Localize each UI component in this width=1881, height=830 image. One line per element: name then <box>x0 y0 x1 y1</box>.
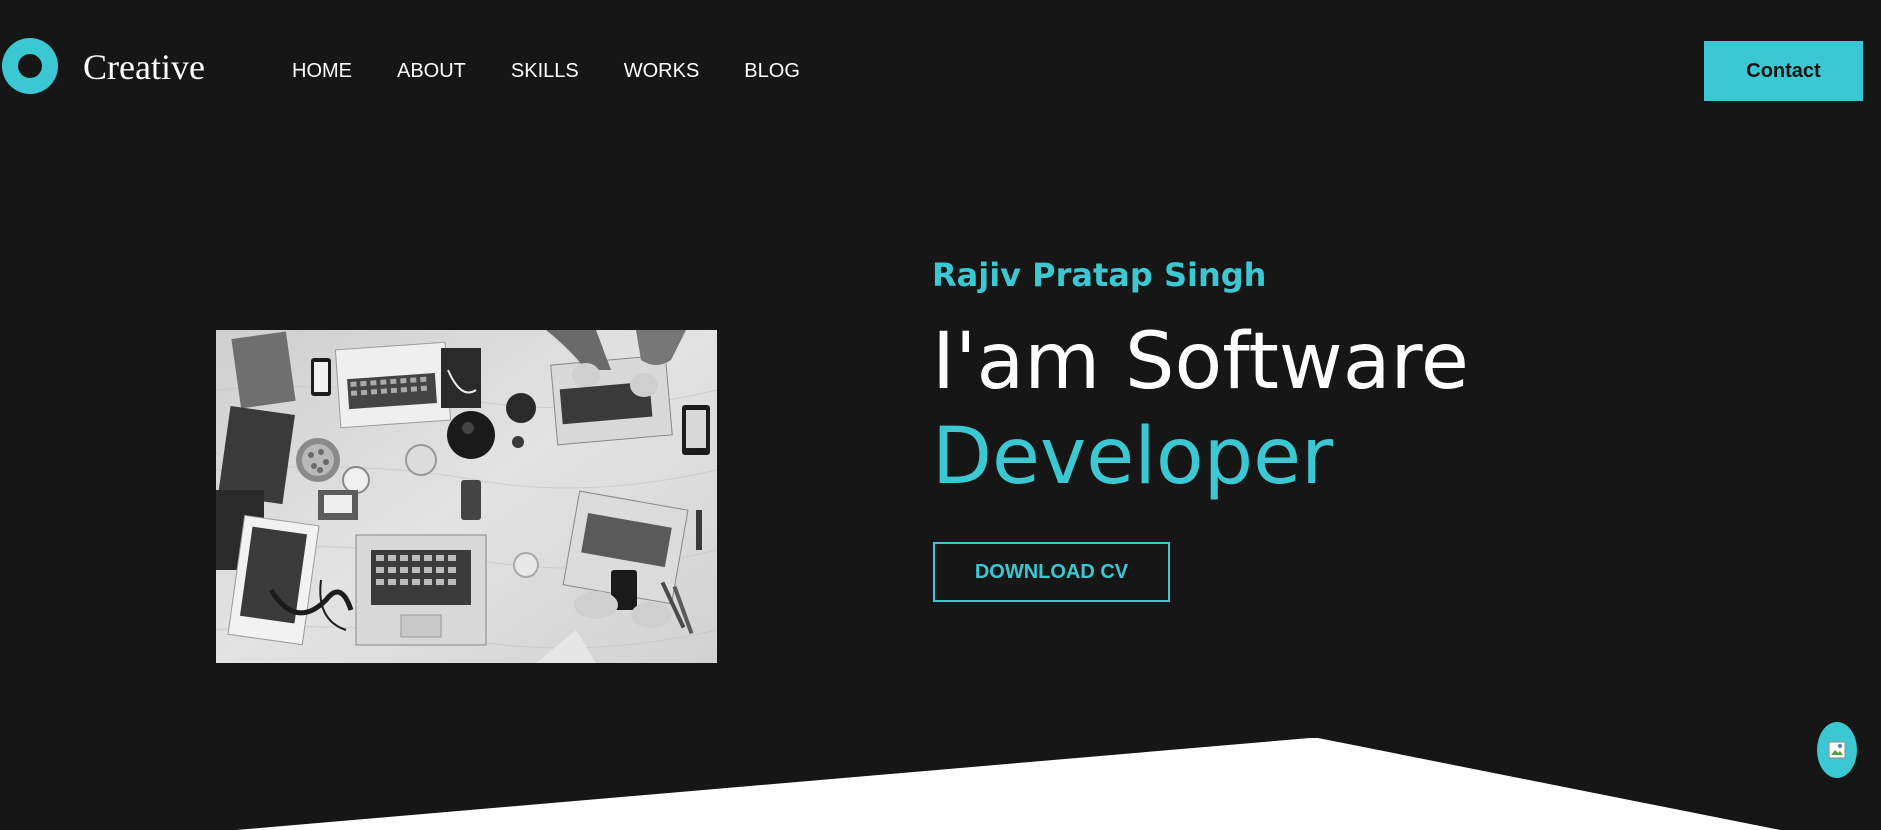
nav-item-home[interactable]: HOME <box>292 58 352 84</box>
broken-image-icon <box>1828 741 1846 759</box>
floating-chat-button[interactable] <box>1817 722 1857 778</box>
logo-icon[interactable] <box>2 38 58 94</box>
hero-name: Rajiv Pratap Singh <box>932 256 1267 294</box>
contact-button[interactable]: Contact <box>1704 41 1863 101</box>
hero-headline-accent: Developer <box>932 412 1334 502</box>
nav-item-about[interactable]: ABOUT <box>397 58 466 84</box>
nav-item-works[interactable]: WORKS <box>624 58 700 84</box>
nav-item-skills[interactable]: SKILLS <box>511 58 579 84</box>
logo-text[interactable]: Creative <box>83 45 205 89</box>
hero-headline: I'am Software <box>932 317 1469 407</box>
hero-image <box>216 330 717 663</box>
nav-item-blog[interactable]: BLOG <box>744 58 800 84</box>
download-cv-button[interactable]: DOWNLOAD CV <box>933 542 1170 602</box>
main-nav: HOME ABOUT SKILLS WORKS BLOG <box>292 58 800 84</box>
